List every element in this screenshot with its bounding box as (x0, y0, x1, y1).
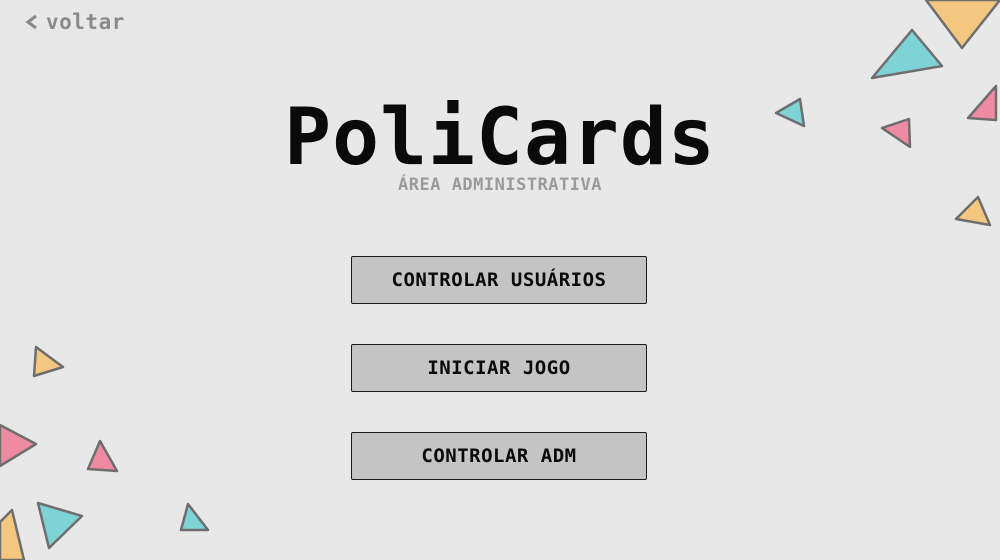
triangle-orange-bottom-left-edge (0, 508, 26, 560)
triangle-orange-top-right (924, 0, 1000, 50)
start-game-button[interactable]: INICIAR JOGO (351, 344, 647, 392)
page-subtitle: ÁREA ADMINISTRATIVA (398, 175, 602, 195)
page-title: PoliCards (284, 93, 716, 183)
chevron-left-icon (25, 14, 37, 30)
triangle-teal-bottom-left (36, 501, 84, 550)
triangle-orange-left (32, 345, 65, 378)
back-link-label: voltar (46, 10, 125, 34)
control-users-button[interactable]: CONTROLAR USUÁRIOS (351, 256, 647, 304)
back-link[interactable]: voltar (24, 10, 125, 34)
triangle-pink-small-left (86, 439, 119, 473)
control-admin-button[interactable]: CONTROLAR ADM (351, 432, 647, 480)
triangle-teal-top-right (870, 28, 944, 80)
triangle-pink-left-edge (0, 423, 38, 468)
triangle-teal-small-bottom (179, 502, 210, 532)
triangle-orange-small-right (954, 195, 992, 227)
